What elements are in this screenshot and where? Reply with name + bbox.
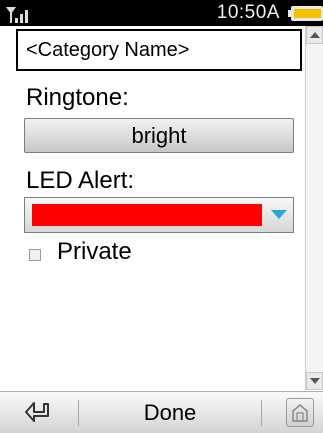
status-bar: 10:50A	[0, 0, 323, 26]
arrow-up-icon	[310, 32, 320, 38]
arrow-down-icon	[310, 378, 320, 384]
scrollbar[interactable]	[305, 26, 323, 390]
ringtone-button[interactable]: bright	[24, 118, 294, 153]
battery-icon	[288, 6, 323, 21]
signal-icon	[6, 7, 28, 23]
home-icon	[292, 404, 308, 422]
scroll-down-button[interactable]	[306, 372, 323, 390]
back-arrow-icon	[25, 402, 49, 422]
led-color-swatch	[32, 204, 262, 226]
ringtone-label: Ringtone:	[26, 84, 129, 111]
done-button[interactable]: Done	[79, 392, 261, 433]
led-alert-dropdown[interactable]	[24, 197, 294, 233]
back-button[interactable]	[0, 392, 78, 433]
separator	[261, 400, 262, 426]
scroll-up-button[interactable]	[306, 26, 323, 44]
private-label: Private	[57, 238, 132, 265]
private-checkbox[interactable]	[29, 249, 41, 261]
chevron-down-icon	[271, 210, 287, 219]
led-alert-label: LED Alert:	[26, 167, 135, 194]
home-button[interactable]	[286, 398, 314, 427]
status-time: 10:50A	[216, 2, 280, 23]
bottom-bar: Done	[0, 391, 323, 433]
category-name-field[interactable]: <Category Name>	[16, 29, 302, 71]
